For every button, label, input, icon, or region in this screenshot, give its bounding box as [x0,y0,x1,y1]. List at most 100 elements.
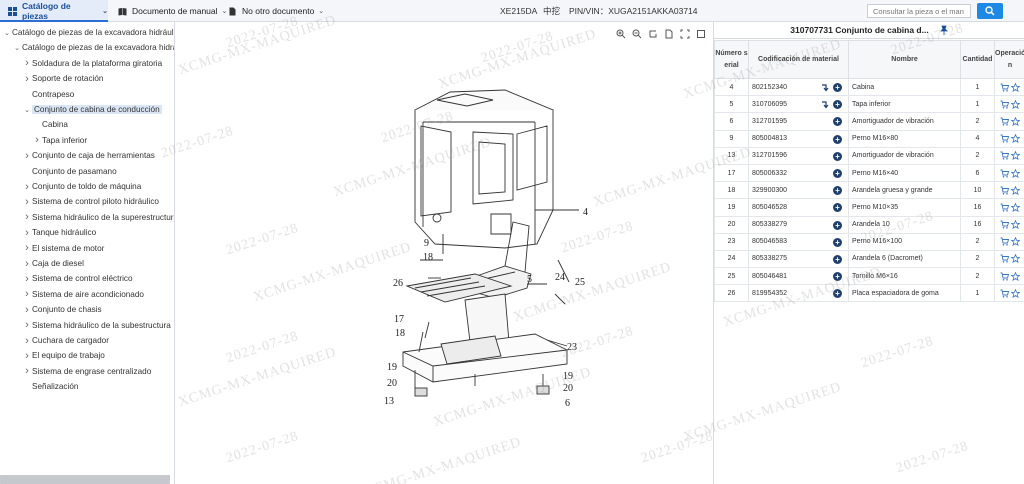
tree-item[interactable]: › Cuchara de cargador [0,333,109,348]
chevron-right-icon[interactable]: › [22,304,32,316]
chevron-down-icon[interactable]: ⌄ [12,44,22,52]
callout-label[interactable]: 5 [527,274,532,285]
star-icon[interactable] [1010,133,1021,144]
chevron-right-icon[interactable]: › [22,227,32,239]
star-icon[interactable] [1010,202,1021,213]
tree-item[interactable]: › Sistema de control piloto hidráulico [0,194,159,209]
star-icon[interactable] [1010,288,1021,298]
cart-icon[interactable] [1000,151,1010,160]
callout-label[interactable]: 25 [575,277,585,288]
add-icon[interactable]: + [833,289,842,299]
callout-label[interactable]: 13 [384,396,394,407]
tree-item[interactable]: › Sistema hidráulico de la subestructura [0,318,171,333]
star-icon[interactable] [1010,236,1021,247]
chevron-right-icon[interactable]: › [22,242,32,254]
star-icon[interactable] [1010,82,1021,92]
tab-parts-catalog[interactable]: Catálogo de piezas ⌄ [0,0,108,22]
tree-item[interactable]: › Conjunto de toldo de máquina [0,179,141,194]
table-row[interactable]: 9 805004813 + Perno M16×80 4 [714,129,1024,148]
table-row[interactable]: 19 805046528 + Perno M10×35 16 [714,198,1024,217]
table-row[interactable]: 18 329900300 + Arandela gruesa y grande 10 [714,181,1024,200]
star-icon[interactable] [1010,185,1021,195]
table-row[interactable]: 17 805006332 + Perno M16×40 6 [714,163,1024,183]
horizontal-scrollbar[interactable] [0,475,170,484]
chevron-right-icon[interactable]: › [22,150,32,162]
add-icon[interactable]: + [833,254,842,264]
tree-item[interactable]: › El equipo de trabajo [0,348,105,363]
chevron-right-icon[interactable]: › [22,273,32,285]
callout-label[interactable]: 24 [555,272,565,283]
chevron-right-icon[interactable]: › [22,350,32,362]
search-input[interactable] [867,4,971,18]
star-icon[interactable] [1010,254,1021,264]
callout-label[interactable]: 19 [563,371,573,382]
callout-label[interactable]: 19 [387,362,397,373]
tree-item[interactable]: Cabina [0,117,68,132]
callout-label[interactable]: 18 [395,328,405,339]
chevron-right-icon[interactable]: › [32,134,42,146]
star-icon[interactable] [1010,168,1021,178]
cart-icon[interactable] [1000,254,1010,264]
callout-label[interactable]: 26 [393,278,403,289]
add-icon[interactable]: + [833,186,842,196]
tree-item[interactable]: Señalización [0,379,78,394]
chevron-right-icon[interactable]: › [22,57,32,69]
star-icon[interactable] [1010,271,1021,281]
tree-item[interactable]: › Soporte de rotación [0,71,103,86]
add-icon[interactable]: + [833,220,842,230]
tree-item[interactable]: Conjunto de pasamano [0,164,117,179]
add-icon[interactable]: + [833,100,842,110]
chevron-right-icon[interactable]: › [22,211,32,223]
tree-item[interactable]: ⌄ Catálogo de piezas de la excavadora hid… [0,40,174,55]
callout-label[interactable]: 9 [424,238,429,249]
callout-label[interactable]: 18 [423,252,433,263]
chevron-right-icon[interactable]: › [22,196,32,208]
table-row[interactable]: 5 310706095 + Tapa inferior 1 [714,95,1024,114]
table-row[interactable]: 26 819954352 + Placa espaciadora de goma 1 [714,284,1024,303]
callout-label[interactable]: 17 [394,314,404,325]
cart-icon[interactable] [1000,117,1010,126]
tree-item[interactable]: ⌄ Catálogo de piezas de la excavadora hid… [0,25,174,40]
cart-icon[interactable] [1000,203,1010,212]
callout-label[interactable]: 6 [565,398,570,409]
add-icon[interactable]: + [833,237,842,247]
add-icon[interactable]: + [833,272,842,282]
add-icon[interactable]: + [833,117,842,127]
drill-down-icon[interactable] [821,100,830,109]
add-icon[interactable]: + [833,83,842,92]
callout-label[interactable]: 20 [563,383,573,394]
add-icon[interactable]: + [833,203,842,213]
drill-down-icon[interactable] [821,83,830,92]
tab-manual-document[interactable]: Documento de manual ⌄ [118,0,227,22]
tree-item[interactable]: › Tapa inferior [0,133,87,148]
star-icon[interactable] [1010,150,1021,161]
cart-icon[interactable] [1000,289,1010,298]
cart-icon[interactable] [1000,134,1010,143]
chevron-right-icon[interactable]: › [22,288,32,300]
chevron-right-icon[interactable]: › [22,319,32,331]
chevron-right-icon[interactable]: › [22,73,32,85]
table-row[interactable]: 23 805046583 + Perno M16×100 2 [714,232,1024,251]
callout-label[interactable]: 20 [387,378,397,389]
add-icon[interactable]: + [833,134,842,144]
star-icon[interactable] [1010,219,1021,230]
cart-icon[interactable] [1000,186,1010,195]
table-row[interactable]: 4 802152340 + Cabina 1 [714,77,1024,97]
cart-icon[interactable] [1000,272,1010,281]
pin-icon[interactable] [939,25,949,35]
tree-item[interactable]: › Caja de diesel [0,256,84,271]
tree-item[interactable]: ⌄ Conjunto de cabina de conducción [0,102,162,117]
cart-icon[interactable] [1000,220,1010,229]
tree-item[interactable]: Contrapeso [0,87,74,102]
chevron-down-icon[interactable]: ⌄ [22,106,32,114]
table-row[interactable]: 25 805046481 + Tornillo M6×16 2 [714,267,1024,286]
table-row[interactable]: 13 312701596 + Amortiguador de vibración 2 [714,146,1024,165]
chevron-right-icon[interactable]: › [22,258,32,270]
tree-item[interactable]: › Tanque hidráulico [0,225,96,240]
star-icon[interactable] [1010,99,1021,109]
tree-item[interactable]: › Sistema de aire acondicionado [0,287,144,302]
table-row[interactable]: 6 312701595 + Amortiguador de vibración 2 [714,112,1024,131]
cart-icon[interactable] [1000,169,1010,178]
chevron-down-icon[interactable]: ⌄ [2,29,12,37]
tree-item[interactable]: › Sistema hidráulico de la superestructur… [0,210,174,225]
